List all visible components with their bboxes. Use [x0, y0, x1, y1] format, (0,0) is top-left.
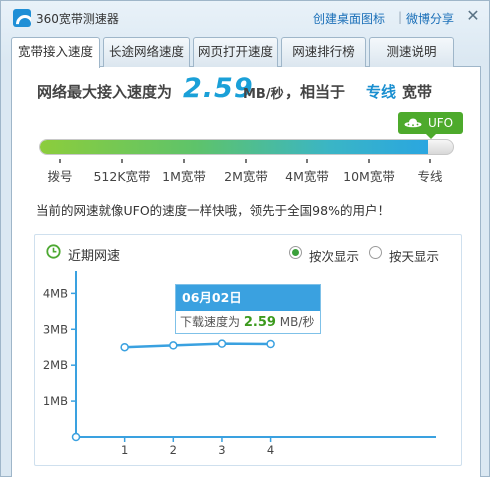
y-tick-label: 1MB [43, 394, 68, 408]
level-tick-label: 4M宽带 [285, 169, 329, 184]
tab-speed-help[interactable]: 测速说明 [369, 37, 454, 67]
y-tick-label: 3MB [43, 322, 68, 336]
app-title: 360宽带测速器 [36, 12, 119, 26]
level-badge: UFO [398, 112, 463, 139]
ufo-icon [404, 118, 422, 128]
level-tick-mark [121, 159, 123, 163]
speed-unit: MB/秒 [243, 87, 284, 102]
y-tick-label: 4MB [43, 286, 68, 300]
speed-data-point [266, 339, 275, 349]
weibo-share-link[interactable]: 微博分享 [406, 10, 454, 27]
origin-point [71, 432, 81, 442]
level-tick-label: 专线 [417, 169, 443, 184]
tab-speed-ranking[interactable]: 网速排行榜 [281, 37, 366, 67]
level-tick-mark [429, 159, 431, 163]
y-tick-label: 2MB [43, 358, 68, 372]
speed-series-line [124, 342, 271, 349]
speed-data-point [169, 341, 178, 350]
tooltip-unit: MB/秒 [279, 315, 315, 329]
tooltip-body: 下载速度为 2.59 MB/秒 [176, 311, 320, 334]
speed-data-point [217, 339, 227, 348]
tooltip-label: 下载速度为 [180, 315, 241, 329]
tooltip-value: 2.59 [243, 315, 276, 330]
level-tick-label: 2M宽带 [224, 169, 268, 184]
level-badge-label: UFO [428, 116, 454, 130]
tooltip-date: 06月02日 [176, 285, 320, 311]
title-separator: | [398, 10, 403, 24]
level-tick-mark [183, 159, 185, 163]
tab-long-distance-speed[interactable]: 长途网络速度 [103, 37, 190, 67]
x-tick-label: 1 [121, 443, 128, 457]
data-tooltip: 06月02日 下载速度为 2.59 MB/秒 [175, 284, 321, 334]
level-tick-mark [368, 159, 370, 163]
app-logo-icon [13, 9, 31, 27]
speed-level-bar [39, 139, 454, 155]
level-tick-label: 拨号 [47, 169, 73, 184]
tab-broadband-speed[interactable]: 宽带接入速度 [11, 37, 100, 68]
app-window: 360宽带测速器 创建桌面图标 | 微博分享 ✕ 宽带接入速度 长途网络速度 网… [0, 0, 490, 477]
level-tick-label: 10M宽带 [343, 169, 395, 184]
broadband-level: 专线 [366, 83, 397, 101]
result-equivalent: ，相当于 [285, 83, 346, 101]
close-icon[interactable]: ✕ [465, 7, 481, 25]
speed-level-bar-fill [40, 140, 429, 154]
speed-history-chart: 1MB 2MB 3MB 4MB 1 2 3 4 [43, 271, 436, 457]
comparison-text: 当前的网速就像UFO的速度一样快哦，领先于全国98%的用户！ [36, 203, 390, 218]
broadband-suffix: 宽带 [402, 83, 433, 101]
tab-webpage-speed[interactable]: 网页打开速度 [193, 37, 278, 67]
x-tick-label: 2 [170, 443, 177, 457]
level-tick-label: 1M宽带 [162, 169, 206, 184]
x-tick-label: 4 [267, 443, 274, 457]
x-tick-label: 3 [218, 443, 225, 457]
speed-data-point [120, 342, 129, 352]
level-tick-label: 512K宽带 [93, 169, 151, 184]
level-tick-mark [59, 159, 61, 163]
level-tick-mark [245, 159, 247, 163]
level-tick-mark [306, 159, 308, 163]
create-desktop-icon-link[interactable]: 创建桌面图标 [313, 10, 385, 27]
title-bar: 360宽带测速器 创建桌面图标 | 微博分享 ✕ [1, 1, 489, 33]
result-prefix: 网络最大接入速度为 [37, 83, 173, 101]
